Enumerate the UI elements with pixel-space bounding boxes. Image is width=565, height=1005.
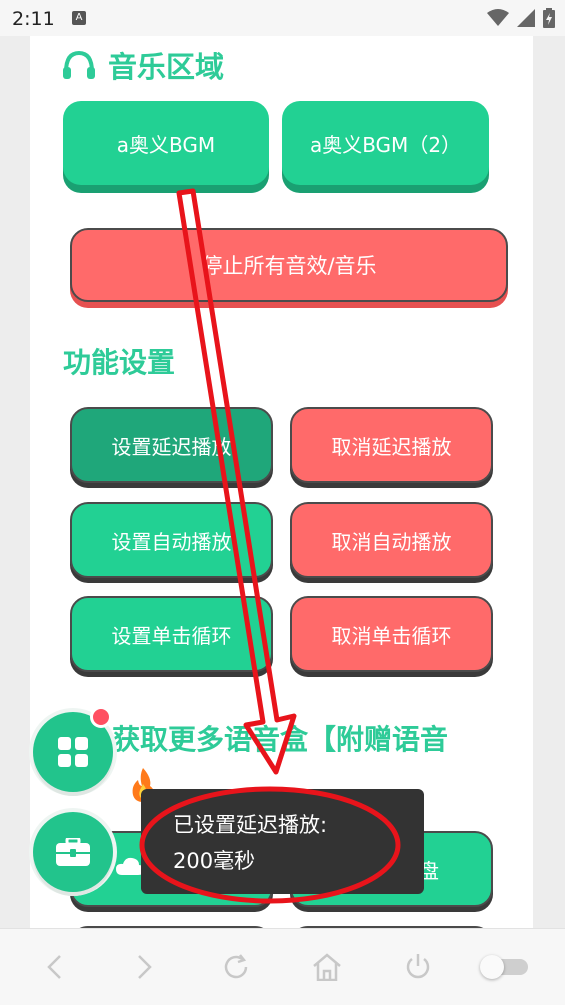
signal-icon xyxy=(517,9,535,27)
status-time: 2:11 xyxy=(12,8,55,30)
toast-line-1: 已设置延迟播放: xyxy=(173,813,328,837)
stop-all-button[interactable]: 停止所有音效/音乐 xyxy=(70,228,508,302)
set-loop-button[interactable]: 设置单击循环 xyxy=(70,596,273,672)
refresh-icon xyxy=(224,954,248,979)
grid-icon xyxy=(58,737,88,767)
home-icon xyxy=(313,953,341,981)
status-icons xyxy=(487,8,555,28)
back-button[interactable] xyxy=(34,947,74,987)
notification-badge xyxy=(90,706,112,728)
cloud-icon xyxy=(116,857,144,875)
settings-heading: 功能设置 xyxy=(63,346,176,379)
set-autoplay-button[interactable]: 设置自动播放 xyxy=(70,502,273,578)
power-button[interactable] xyxy=(398,947,438,987)
more-heading: 获取更多语音盒【附赠语音 xyxy=(112,723,449,756)
forward-icon xyxy=(138,955,152,979)
battery-icon xyxy=(543,8,555,28)
power-icon xyxy=(406,954,430,979)
toolbox-fab[interactable] xyxy=(33,812,113,892)
music-heading: 音乐区域 xyxy=(108,50,225,84)
refresh-button[interactable] xyxy=(216,947,256,987)
toast-message: 已设置延迟播放: 200毫秒 xyxy=(141,789,424,894)
headphones-icon xyxy=(63,50,95,79)
bottom-nav xyxy=(0,928,565,1005)
cancel-delay-button[interactable]: 取消延迟播放 xyxy=(290,407,493,483)
status-bar: 2:11 A xyxy=(0,0,565,36)
bgm-button-1[interactable]: a奥义BGM xyxy=(63,101,269,185)
cancel-loop-button[interactable]: 取消单击循环 xyxy=(290,596,493,672)
a-icon: A xyxy=(72,11,86,25)
toast-line-2: 200毫秒 xyxy=(173,849,256,873)
back-icon xyxy=(47,955,61,979)
wifi-icon xyxy=(487,9,509,26)
home-button[interactable] xyxy=(307,947,347,987)
toolbox-icon xyxy=(56,838,90,866)
forward-button[interactable] xyxy=(125,947,165,987)
cancel-autoplay-button[interactable]: 取消自动播放 xyxy=(290,502,493,578)
bgm-button-2[interactable]: a奥义BGM（2） xyxy=(282,101,489,185)
set-delay-button[interactable]: 设置延迟播放 xyxy=(70,407,273,483)
toggle-switch[interactable] xyxy=(480,955,530,979)
